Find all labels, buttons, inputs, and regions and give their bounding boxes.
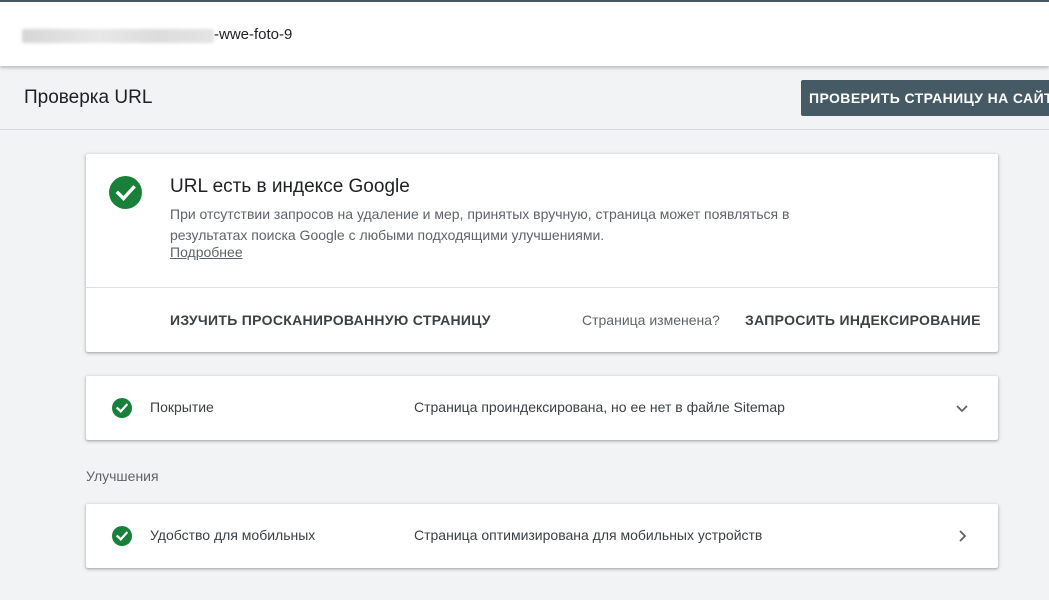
inspected-url: -wwe-foto-9 [214,26,293,43]
index-status-card: URL есть в индексе Google При отсутствии… [86,154,998,352]
test-live-url-button[interactable]: ПРОВЕРИТЬ СТРАНИЦУ НА САЙТЕ [801,80,1049,116]
inspected-url-bar[interactable]: -wwe-foto-9 [0,2,1049,66]
mobile-usability-label: Удобство для мобильных [150,527,316,543]
view-crawled-page-button[interactable]: ИЗУЧИТЬ ПРОСКАНИРОВАННУЮ СТРАНИЦУ [170,312,491,328]
enhancements-heading: Улучшения [86,468,159,484]
index-status-title: URL есть в индексе Google [170,176,410,197]
page-title: Проверка URL [24,87,153,108]
check-circle-icon [112,398,132,418]
coverage-value: Страница проиндексирована, но ее нет в ф… [414,399,785,415]
chevron-down-icon[interactable] [954,398,970,418]
learn-more-link[interactable]: Подробнее [170,244,243,260]
page-header: Проверка URL ПРОВЕРИТЬ СТРАНИЦУ НА САЙТЕ [0,66,1049,130]
chevron-right-icon[interactable] [954,526,970,546]
mobile-usability-row[interactable]: Удобство для мобильных Страница оптимизи… [86,504,998,568]
mobile-usability-value: Страница оптимизирована для мобильных ус… [414,527,763,543]
card-divider [86,287,998,288]
coverage-row[interactable]: Покрытие Страница проиндексирована, но е… [86,376,998,440]
index-status-description: При отсутствии запросов на удаление и ме… [170,206,790,243]
request-indexing-button[interactable]: ЗАПРОСИТЬ ИНДЕКСИРОВАНИЕ [745,312,981,328]
redacted-url-part [22,29,214,43]
check-circle-icon [112,526,132,546]
coverage-label: Покрытие [150,399,214,415]
check-circle-icon [109,176,142,209]
page-changed-label: Страница изменена? [582,312,720,328]
